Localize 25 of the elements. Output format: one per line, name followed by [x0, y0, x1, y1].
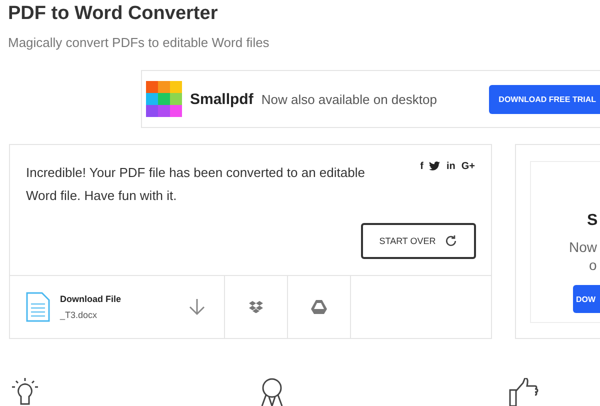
share-link[interactable]: in	[446, 161, 456, 172]
ad-banner[interactable]: Smallpdf Now also available on desktop DOWNLOAD FREE TRIAL	[141, 70, 600, 128]
refresh-icon	[444, 234, 458, 248]
success-message: Incredible! Your PDF file has been converted to an editable Word file. Have fun with it.	[26, 164, 366, 205]
drive-icon[interactable]	[311, 300, 328, 314]
side-download-button[interactable]: DOW	[573, 285, 600, 313]
download-trial-button[interactable]: DOWNLOAD FREE TRIAL	[488, 84, 600, 114]
brand-name: Smallpdf	[190, 90, 254, 108]
share-link[interactable]: G+	[461, 161, 475, 172]
twitter-icon[interactable]	[429, 161, 440, 171]
file-name: _T3.docx	[60, 310, 98, 320]
download-label: Download File	[60, 294, 122, 304]
banner-tagline: Now also available on desktop	[261, 92, 438, 106]
download-icon[interactable]	[188, 298, 206, 316]
document-icon	[26, 292, 50, 322]
logo-icon	[146, 81, 182, 117]
start-over-button[interactable]: START OVER	[361, 223, 476, 259]
page-subtitle: Magically convert PDFs to editable Word files	[8, 35, 270, 50]
side-ad-text: o	[589, 257, 597, 273]
share-link[interactable]: f	[420, 161, 424, 172]
dropbox-icon[interactable]	[249, 301, 263, 313]
side-ad-brand: S	[587, 212, 598, 230]
side-ad-text: Now	[569, 239, 598, 255]
lightbulb-icon	[10, 378, 40, 406]
page-title: PDF to Word Converter	[8, 3, 218, 25]
